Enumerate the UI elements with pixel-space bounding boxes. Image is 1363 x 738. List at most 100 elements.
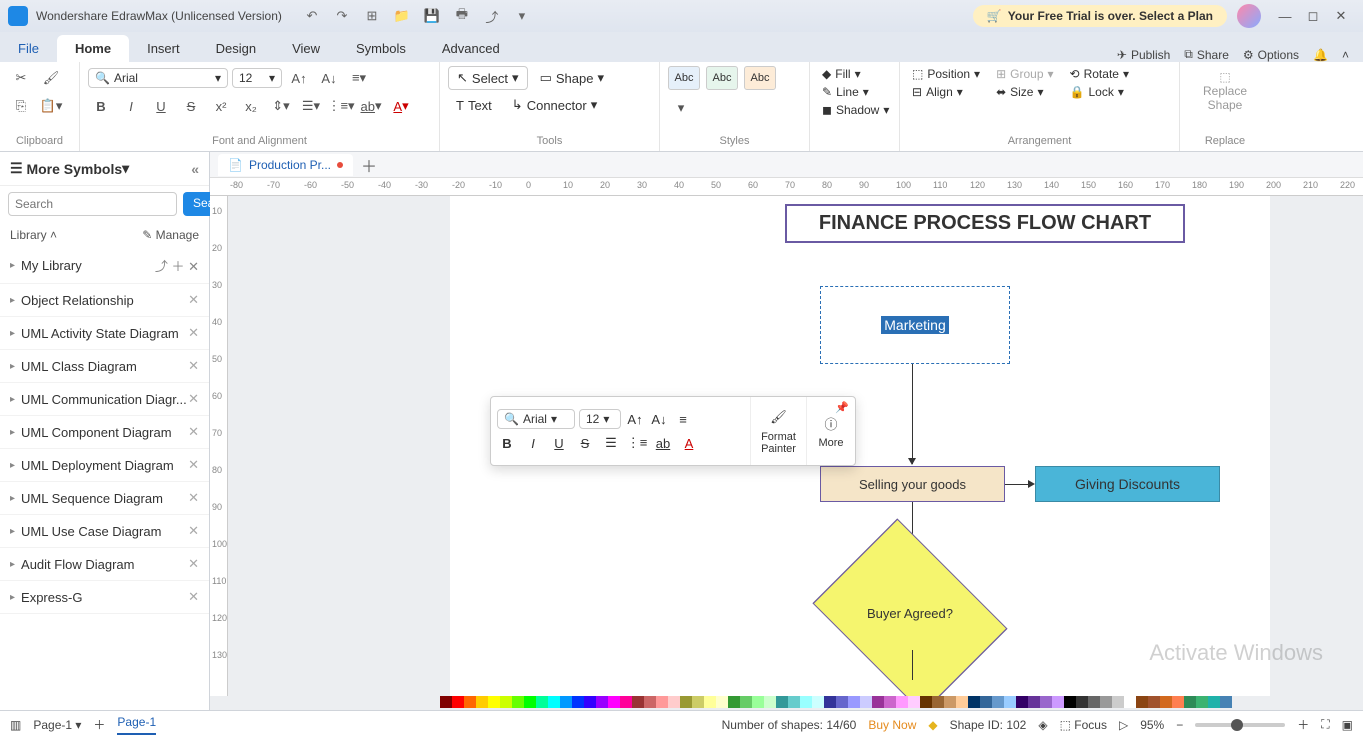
search-input[interactable]: [8, 192, 177, 216]
cut-icon[interactable]: ✂: [8, 66, 34, 90]
menu-design[interactable]: Design: [198, 35, 274, 62]
redo-icon[interactable]: ↷: [332, 6, 352, 26]
grow-font-icon[interactable]: A↑: [286, 66, 312, 90]
ribbon-collapse-icon[interactable]: ˄: [1342, 47, 1349, 62]
replace-shape-button[interactable]: ⬚ Replace Shape: [1188, 66, 1262, 116]
mini-toolbar[interactable]: 🔍Arial▾ 12▾ A↑ A↓ ≡ B I U S ☰ ⋮≡ ab: [490, 396, 856, 466]
maximize-button[interactable]: ◻: [1299, 2, 1327, 30]
rotate-menu[interactable]: ⟲ Rotate▾: [1066, 66, 1133, 82]
font-color-icon[interactable]: A▾: [388, 94, 414, 118]
font-name-combo[interactable]: 🔍 Arial▾: [88, 68, 228, 88]
document-tab[interactable]: 📄 Production Pr...: [218, 154, 353, 176]
library-item[interactable]: ▸Express-G✕: [0, 581, 209, 614]
minimize-button[interactable]: —: [1271, 2, 1299, 30]
mini-strike-icon[interactable]: S: [575, 433, 595, 453]
paste-icon[interactable]: 📋▾: [38, 94, 64, 118]
mini-format-painter-icon[interactable]: 🖌: [769, 407, 789, 427]
mini-more-icon[interactable]: ⓘ: [821, 413, 841, 433]
library-item[interactable]: ▸UML Component Diagram✕: [0, 416, 209, 449]
share-button[interactable]: ⧉ Share: [1184, 47, 1229, 62]
focus-toggle[interactable]: ⬚ Focus: [1060, 718, 1107, 732]
fit-page-icon[interactable]: ⛶: [1321, 717, 1329, 732]
position-menu[interactable]: ⬚ Position▾: [908, 66, 984, 82]
style-swatch-3[interactable]: Abc: [744, 66, 776, 90]
style-swatch-2[interactable]: Abc: [706, 66, 738, 90]
new-icon[interactable]: ⊞: [362, 6, 382, 26]
presentation-icon[interactable]: ▷: [1119, 718, 1128, 732]
mini-highlight-icon[interactable]: ab: [653, 433, 673, 453]
zoom-out-button[interactable]: −: [1176, 718, 1183, 732]
library-item[interactable]: ▸UML Class Diagram✕: [0, 350, 209, 383]
mini-numlist-icon[interactable]: ☰: [601, 433, 621, 453]
menu-view[interactable]: View: [274, 35, 338, 62]
discounts-box[interactable]: Giving Discounts: [1035, 466, 1220, 502]
fullscreen-icon[interactable]: ▣: [1342, 718, 1353, 732]
subscript-icon[interactable]: x₂: [238, 94, 264, 118]
menu-insert[interactable]: Insert: [129, 35, 198, 62]
library-item[interactable]: ▸My Library⤴ ＋ ✕: [0, 248, 209, 284]
connector-tool[interactable]: ↳ Connector ▾: [504, 94, 605, 116]
shape-tool[interactable]: ▭ Shape ▾: [532, 67, 612, 89]
mini-italic-icon[interactable]: I: [523, 433, 543, 453]
library-label[interactable]: Library ˄: [10, 228, 57, 242]
library-item[interactable]: ▸Object Relationship✕: [0, 284, 209, 317]
library-item[interactable]: ▸UML Sequence Diagram✕: [0, 482, 209, 515]
library-item[interactable]: ▸UML Deployment Diagram✕: [0, 449, 209, 482]
close-button[interactable]: ✕: [1327, 2, 1355, 30]
manage-button[interactable]: ✎ Manage: [142, 228, 199, 242]
mini-font-combo[interactable]: 🔍Arial▾: [497, 409, 575, 429]
mini-bullist-icon[interactable]: ⋮≡: [627, 433, 647, 453]
sidebar-collapse-icon[interactable]: «: [191, 161, 199, 177]
marketing-box[interactable]: Marketing: [820, 286, 1010, 364]
pages-icon[interactable]: ▥: [10, 718, 21, 732]
strike-icon[interactable]: S: [178, 94, 204, 118]
selling-box[interactable]: Selling your goods: [820, 466, 1005, 502]
superscript-icon[interactable]: x²: [208, 94, 234, 118]
size-menu[interactable]: ⬌ Size▾: [992, 84, 1057, 100]
trial-banner[interactable]: Your Free Trial is over. Select a Plan: [973, 5, 1227, 27]
mini-bold-icon[interactable]: B: [497, 433, 517, 453]
color-palette-strip[interactable]: [210, 696, 1363, 710]
canvas[interactable]: 102030405060708090100110120130 FINANCE P…: [210, 196, 1363, 696]
style-swatch-1[interactable]: Abc: [668, 66, 700, 90]
buy-now-link[interactable]: Buy Now: [868, 718, 916, 732]
select-tool[interactable]: ↖ Select ▾: [448, 66, 528, 90]
sidebar-title[interactable]: More Symbols: [26, 161, 122, 177]
align-menu-icon[interactable]: ≡▾: [346, 66, 372, 90]
lock-menu[interactable]: 🔒 Lock▾: [1066, 84, 1133, 100]
chart-title-box[interactable]: FINANCE PROCESS FLOW CHART: [785, 204, 1185, 243]
layers-icon[interactable]: ◈: [1038, 718, 1047, 732]
save-icon[interactable]: 💾: [422, 6, 442, 26]
shrink-font-icon[interactable]: A↓: [316, 66, 342, 90]
pin-icon[interactable]: 📌: [835, 401, 849, 414]
library-item[interactable]: ▸UML Use Case Diagram✕: [0, 515, 209, 548]
number-list-icon[interactable]: ☰▾: [298, 94, 324, 118]
qat-more-icon[interactable]: ▾: [512, 6, 532, 26]
line-menu[interactable]: ✎ Line▾: [818, 84, 891, 100]
line-spacing-icon[interactable]: ⇕▾: [268, 94, 294, 118]
mini-fontcolor-icon[interactable]: A: [679, 433, 699, 453]
buyer-decision[interactable]: Buyer Agreed?: [850, 556, 970, 676]
bold-icon[interactable]: B: [88, 94, 114, 118]
library-item[interactable]: ▸UML Communication Diagr...✕: [0, 383, 209, 416]
shadow-menu[interactable]: ◼ Shadow▾: [818, 102, 891, 118]
undo-icon[interactable]: ↶: [302, 6, 322, 26]
copy-icon[interactable]: ⎘: [8, 94, 34, 118]
library-item[interactable]: ▸UML Activity State Diagram✕: [0, 317, 209, 350]
underline-icon[interactable]: U: [148, 94, 174, 118]
menu-file[interactable]: File: [0, 35, 57, 62]
styles-more-icon[interactable]: ▾: [668, 96, 694, 120]
add-page-button[interactable]: ＋: [93, 716, 105, 733]
highlight-icon[interactable]: ab▾: [358, 94, 384, 118]
user-avatar[interactable]: [1237, 4, 1261, 28]
add-tab-button[interactable]: ＋: [361, 153, 377, 177]
mini-size-combo[interactable]: 12▾: [579, 409, 621, 429]
font-size-combo[interactable]: 12▾: [232, 68, 282, 88]
menu-symbols[interactable]: Symbols: [338, 35, 424, 62]
align-menu[interactable]: ⊟ Align▾: [908, 84, 984, 100]
menu-advanced[interactable]: Advanced: [424, 35, 518, 62]
bullet-list-icon[interactable]: ⋮≡▾: [328, 94, 354, 118]
library-item[interactable]: ▸Audit Flow Diagram✕: [0, 548, 209, 581]
format-painter-icon[interactable]: 🖌: [38, 66, 64, 90]
text-tool[interactable]: T Text: [448, 95, 500, 116]
